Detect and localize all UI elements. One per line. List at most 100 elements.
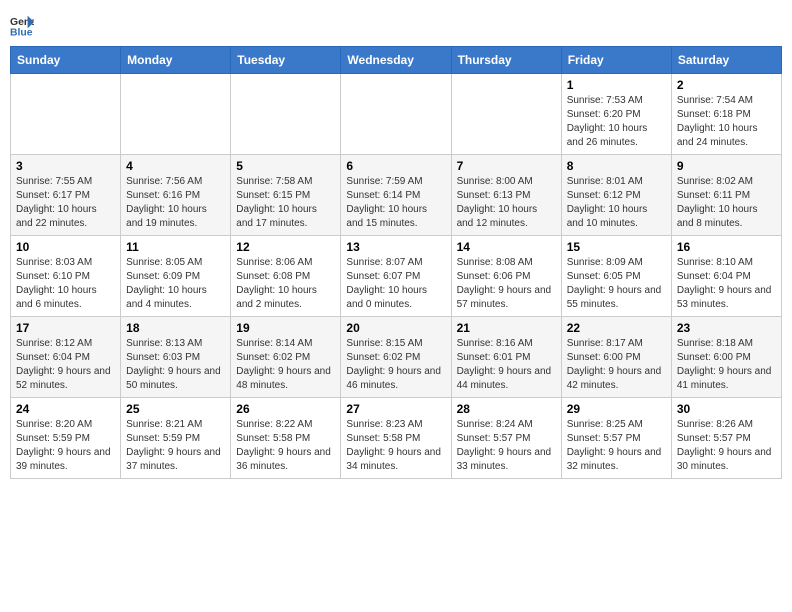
- day-info: Sunrise: 8:12 AM Sunset: 6:04 PM Dayligh…: [16, 337, 115, 393]
- day-number: 3: [16, 159, 115, 173]
- calendar-cell: 23Sunrise: 8:18 AM Sunset: 6:00 PM Dayli…: [671, 317, 781, 398]
- calendar-cell: [341, 74, 451, 155]
- day-info: Sunrise: 7:56 AM Sunset: 6:16 PM Dayligh…: [126, 175, 225, 231]
- calendar-cell: 22Sunrise: 8:17 AM Sunset: 6:00 PM Dayli…: [561, 317, 671, 398]
- header: General Blue: [10, 10, 782, 38]
- day-info: Sunrise: 8:05 AM Sunset: 6:09 PM Dayligh…: [126, 256, 225, 312]
- day-info: Sunrise: 7:54 AM Sunset: 6:18 PM Dayligh…: [677, 94, 776, 150]
- day-info: Sunrise: 8:02 AM Sunset: 6:11 PM Dayligh…: [677, 175, 776, 231]
- day-info: Sunrise: 8:07 AM Sunset: 6:07 PM Dayligh…: [346, 256, 445, 312]
- calendar-cell: 24 Sunrise: 8:20 AM Sunset: 5:59 PM Dayli…: [11, 398, 121, 479]
- calendar-cell: [121, 74, 231, 155]
- day-number: 26: [236, 402, 335, 416]
- day-number: 6: [346, 159, 445, 173]
- day-info: Sunrise: 8:13 AM Sunset: 6:03 PM Dayligh…: [126, 337, 225, 393]
- day-number: 20: [346, 321, 445, 335]
- day-info: Sunrise: 8:17 AM Sunset: 6:00 PM Dayligh…: [567, 337, 666, 393]
- calendar-cell: 27 Sunrise: 8:23 AM Sunset: 5:58 PM Dayli…: [341, 398, 451, 479]
- day-info: Sunrise: 8:00 AM Sunset: 6:13 PM Dayligh…: [457, 175, 556, 231]
- day-info: Sunrise: 8:15 AM Sunset: 6:02 PM Dayligh…: [346, 337, 445, 393]
- day-info: Sunrise: 8:10 AM Sunset: 6:04 PM Dayligh…: [677, 256, 776, 312]
- calendar-week-row: 1 Sunrise: 7:53 AM Sunset: 6:20 PM Daylig…: [11, 74, 782, 155]
- calendar-cell: 17 Sunrise: 8:12 AM Sunset: 6:04 PM Dayli…: [11, 317, 121, 398]
- day-number: 5: [236, 159, 335, 173]
- day-number: 29: [567, 402, 666, 416]
- day-info: Sunrise: 7:53 AM Sunset: 6:20 PM Dayligh…: [567, 94, 666, 150]
- calendar-cell: 9 Sunrise: 8:02 AM Sunset: 6:11 PM Daylig…: [671, 155, 781, 236]
- day-info: Sunrise: 8:06 AM Sunset: 6:08 PM Dayligh…: [236, 256, 335, 312]
- day-info: Sunrise: 8:25 AM Sunset: 5:57 PM Dayligh…: [567, 418, 666, 474]
- calendar-cell: 4 Sunrise: 7:56 AM Sunset: 6:16 PM Daylig…: [121, 155, 231, 236]
- day-number: 30: [677, 402, 776, 416]
- day-number: 4: [126, 159, 225, 173]
- day-info: Sunrise: 8:21 AM Sunset: 5:59 PM Dayligh…: [126, 418, 225, 474]
- day-number: 17: [16, 321, 115, 335]
- calendar-cell: 5 Sunrise: 7:58 AM Sunset: 6:15 PM Daylig…: [231, 155, 341, 236]
- weekday-header: Sunday: [11, 47, 121, 74]
- day-info: Sunrise: 8:03 AM Sunset: 6:10 PM Dayligh…: [16, 256, 115, 312]
- day-number: 27: [346, 402, 445, 416]
- day-number: 9: [677, 159, 776, 173]
- day-number: 23: [677, 321, 776, 335]
- calendar-cell: 18 Sunrise: 8:13 AM Sunset: 6:03 PM Dayli…: [121, 317, 231, 398]
- calendar-cell: 28Sunrise: 8:24 AM Sunset: 5:57 PM Dayli…: [451, 398, 561, 479]
- calendar-cell: 19 Sunrise: 8:14 AM Sunset: 6:02 PM Dayli…: [231, 317, 341, 398]
- day-info: Sunrise: 8:14 AM Sunset: 6:02 PM Dayligh…: [236, 337, 335, 393]
- weekday-header: Friday: [561, 47, 671, 74]
- svg-text:Blue: Blue: [10, 28, 33, 38]
- weekday-header-row: SundayMondayTuesdayWednesdayThursdayFrid…: [11, 47, 782, 74]
- calendar-cell: 21 Sunrise: 8:16 AM Sunset: 6:01 PM Dayli…: [451, 317, 561, 398]
- day-info: Sunrise: 8:20 AM Sunset: 5:59 PM Dayligh…: [16, 418, 115, 474]
- calendar-cell: 10 Sunrise: 8:03 AM Sunset: 6:10 PM Dayli…: [11, 236, 121, 317]
- calendar-cell: [231, 74, 341, 155]
- day-number: 14: [457, 240, 556, 254]
- calendar-week-row: 24 Sunrise: 8:20 AM Sunset: 5:59 PM Dayli…: [11, 398, 782, 479]
- day-number: 24: [16, 402, 115, 416]
- day-info: Sunrise: 8:23 AM Sunset: 5:58 PM Dayligh…: [346, 418, 445, 474]
- day-number: 19: [236, 321, 335, 335]
- calendar-cell: [11, 74, 121, 155]
- weekday-header: Wednesday: [341, 47, 451, 74]
- day-number: 18: [126, 321, 225, 335]
- logo: General Blue: [10, 14, 36, 38]
- calendar-cell: 16Sunrise: 8:10 AM Sunset: 6:04 PM Dayli…: [671, 236, 781, 317]
- day-number: 13: [346, 240, 445, 254]
- day-info: Sunrise: 8:26 AM Sunset: 5:57 PM Dayligh…: [677, 418, 776, 474]
- calendar-cell: 8 Sunrise: 8:01 AM Sunset: 6:12 PM Daylig…: [561, 155, 671, 236]
- day-number: 8: [567, 159, 666, 173]
- calendar-cell: 30 Sunrise: 8:26 AM Sunset: 5:57 PM Dayli…: [671, 398, 781, 479]
- day-number: 15: [567, 240, 666, 254]
- calendar-cell: 7 Sunrise: 8:00 AM Sunset: 6:13 PM Daylig…: [451, 155, 561, 236]
- calendar-cell: 26 Sunrise: 8:22 AM Sunset: 5:58 PM Dayli…: [231, 398, 341, 479]
- day-info: Sunrise: 7:58 AM Sunset: 6:15 PM Dayligh…: [236, 175, 335, 231]
- logo-icon: General Blue: [10, 14, 34, 38]
- calendar-cell: 15Sunrise: 8:09 AM Sunset: 6:05 PM Dayli…: [561, 236, 671, 317]
- day-info: Sunrise: 7:59 AM Sunset: 6:14 PM Dayligh…: [346, 175, 445, 231]
- day-info: Sunrise: 8:22 AM Sunset: 5:58 PM Dayligh…: [236, 418, 335, 474]
- weekday-header: Monday: [121, 47, 231, 74]
- calendar-cell: 25 Sunrise: 8:21 AM Sunset: 5:59 PM Dayli…: [121, 398, 231, 479]
- day-number: 10: [16, 240, 115, 254]
- day-number: 25: [126, 402, 225, 416]
- day-number: 1: [567, 78, 666, 92]
- day-info: Sunrise: 8:01 AM Sunset: 6:12 PM Dayligh…: [567, 175, 666, 231]
- day-info: Sunrise: 8:16 AM Sunset: 6:01 PM Dayligh…: [457, 337, 556, 393]
- calendar-cell: 20 Sunrise: 8:15 AM Sunset: 6:02 PM Dayli…: [341, 317, 451, 398]
- calendar-cell: [451, 74, 561, 155]
- day-number: 2: [677, 78, 776, 92]
- calendar-cell: 1 Sunrise: 7:53 AM Sunset: 6:20 PM Daylig…: [561, 74, 671, 155]
- calendar-cell: 6 Sunrise: 7:59 AM Sunset: 6:14 PM Daylig…: [341, 155, 451, 236]
- day-number: 21: [457, 321, 556, 335]
- day-info: Sunrise: 7:55 AM Sunset: 6:17 PM Dayligh…: [16, 175, 115, 231]
- day-number: 12: [236, 240, 335, 254]
- day-number: 7: [457, 159, 556, 173]
- calendar-cell: 3 Sunrise: 7:55 AM Sunset: 6:17 PM Daylig…: [11, 155, 121, 236]
- weekday-header: Thursday: [451, 47, 561, 74]
- calendar-table: SundayMondayTuesdayWednesdayThursdayFrid…: [10, 46, 782, 479]
- weekday-header: Tuesday: [231, 47, 341, 74]
- calendar-week-row: 10 Sunrise: 8:03 AM Sunset: 6:10 PM Dayli…: [11, 236, 782, 317]
- calendar-cell: 2 Sunrise: 7:54 AM Sunset: 6:18 PM Daylig…: [671, 74, 781, 155]
- calendar-cell: 13 Sunrise: 8:07 AM Sunset: 6:07 PM Dayli…: [341, 236, 451, 317]
- calendar-week-row: 3 Sunrise: 7:55 AM Sunset: 6:17 PM Daylig…: [11, 155, 782, 236]
- weekday-header: Saturday: [671, 47, 781, 74]
